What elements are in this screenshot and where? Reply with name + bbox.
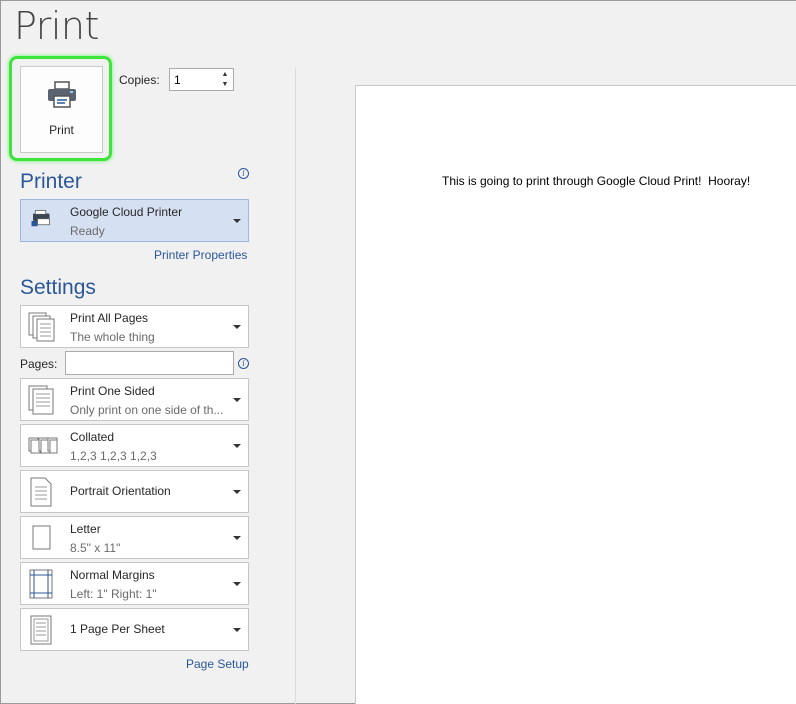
preview-text: This is going to print through Google Cl… <box>442 174 751 188</box>
chevron-down-icon <box>233 324 241 329</box>
chevron-up-icon[interactable]: ▲ <box>219 70 231 79</box>
setting-title: Print One Sided <box>70 384 155 398</box>
margins-dropdown[interactable]: Normal Margins Left: 1" Right: 1" <box>20 562 249 605</box>
printer-status: Ready <box>70 224 105 238</box>
page-setup-link[interactable]: Page Setup <box>186 657 249 671</box>
panel-divider <box>295 68 296 704</box>
setting-subtitle: 1,2,3 1,2,3 1,2,3 <box>70 449 157 463</box>
setting-subtitle: The whole thing <box>70 330 155 344</box>
pages-input[interactable] <box>65 351 234 375</box>
paper-size-dropdown[interactable]: Letter 8.5" x 11" <box>20 516 249 559</box>
setting-subtitle: 8.5" x 11" <box>70 541 121 555</box>
setting-title: Portrait Orientation <box>70 484 171 498</box>
print-range-dropdown[interactable]: Print All Pages The whole thing <box>20 305 249 348</box>
setting-title: Normal Margins <box>70 568 155 582</box>
pages-per-sheet-icon <box>30 615 52 644</box>
page-title: Print <box>14 4 99 48</box>
setting-subtitle: Left: 1" Right: 1" <box>70 587 157 601</box>
setting-title: 1 Page Per Sheet <box>70 622 165 636</box>
orientation-dropdown[interactable]: Portrait Orientation <box>20 470 249 513</box>
pages-per-sheet-dropdown[interactable]: 1 Page Per Sheet <box>20 608 249 651</box>
copies-stepper[interactable]: ▲ ▼ <box>169 68 234 91</box>
printer-icon <box>47 81 76 108</box>
chevron-down-icon <box>233 489 241 494</box>
printer-dropdown[interactable]: Google Cloud Printer Ready <box>20 199 249 242</box>
cloud-printer-icon <box>31 209 50 226</box>
setting-subtitle: Only print on one side of th... <box>70 403 224 417</box>
printer-properties-link[interactable]: Printer Properties <box>154 248 247 262</box>
chevron-down-icon <box>233 627 241 632</box>
setting-title: Letter <box>70 522 101 536</box>
portrait-icon <box>30 477 52 506</box>
copies-input[interactable] <box>174 71 218 88</box>
chevron-down-icon <box>233 581 241 586</box>
paper-size-icon <box>32 525 51 549</box>
margins-icon <box>29 569 53 598</box>
info-icon[interactable]: i <box>238 358 249 369</box>
pages-stack-icon <box>28 312 55 341</box>
setting-title: Collated <box>70 430 115 444</box>
chevron-down-icon <box>233 535 241 540</box>
chevron-down-icon <box>233 397 241 402</box>
settings-section-title: Settings <box>20 276 96 299</box>
printer-section-title: Printer <box>20 170 82 193</box>
sides-dropdown[interactable]: Print One Sided Only print on one side o… <box>20 378 249 421</box>
print-preview-page: This is going to print through Google Cl… <box>355 85 796 704</box>
info-icon[interactable]: i <box>238 168 249 179</box>
copies-label: Copies: <box>119 73 160 87</box>
one-sided-icon <box>28 385 54 414</box>
collation-dropdown[interactable]: Collated 1,2,3 1,2,3 1,2,3 <box>20 424 249 467</box>
chevron-down-icon <box>233 218 241 223</box>
print-button-label: Print <box>49 123 74 137</box>
chevron-down-icon <box>233 443 241 448</box>
pages-label: Pages: <box>20 357 58 371</box>
setting-title: Print All Pages <box>70 311 149 325</box>
chevron-down-icon[interactable]: ▼ <box>219 80 231 89</box>
print-button[interactable]: Print <box>20 66 103 153</box>
collated-icon <box>28 437 58 453</box>
printer-name: Google Cloud Printer <box>70 205 183 219</box>
